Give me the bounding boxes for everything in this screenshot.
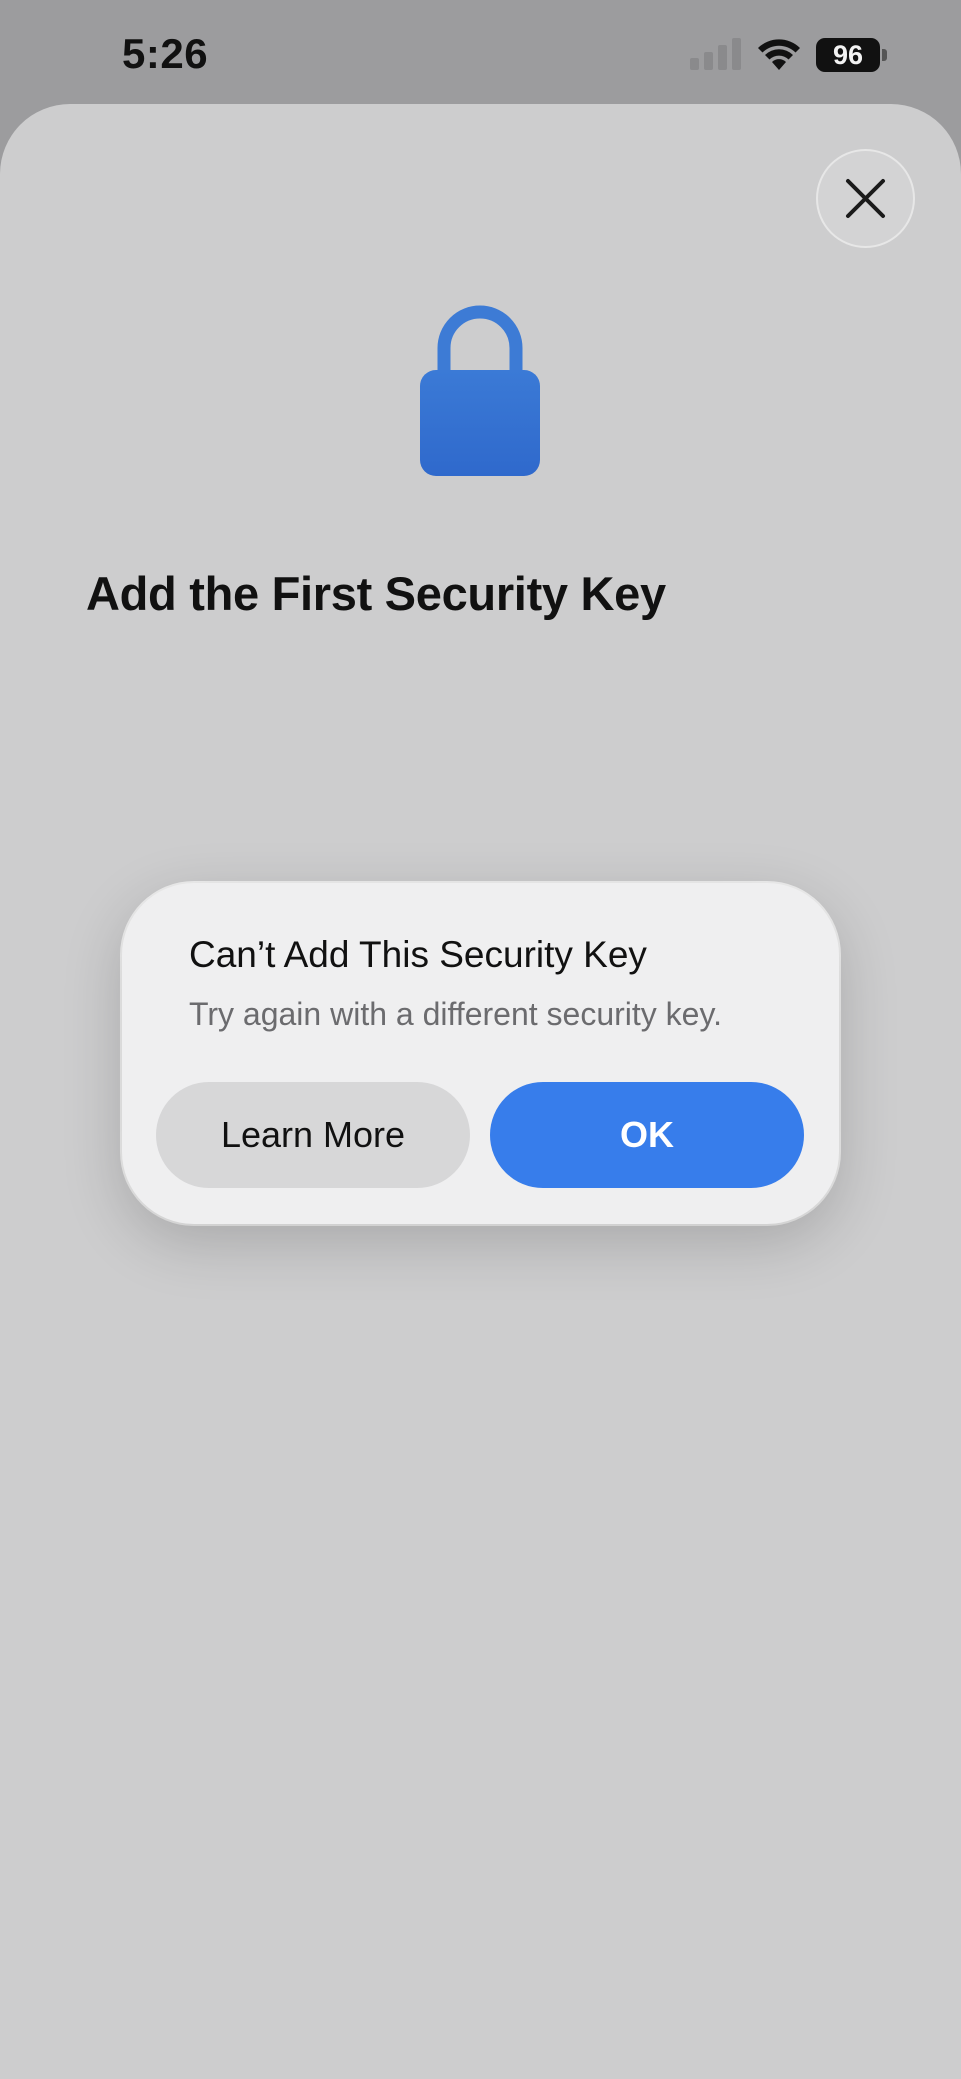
status-time: 5:26 xyxy=(122,30,209,77)
battery-cap xyxy=(882,49,887,61)
status-bar: 5:26 96 xyxy=(0,0,961,104)
wifi-icon xyxy=(758,39,800,70)
alert-message: Try again with a different security key. xyxy=(189,996,722,1032)
alert-dialog: Can’t Add This Security Key Try again wi… xyxy=(122,883,839,1224)
signal-icon xyxy=(690,38,741,70)
alert-title: Can’t Add This Security Key xyxy=(189,934,647,975)
learn-more-button[interactable]: Learn More xyxy=(156,1082,470,1188)
close-icon xyxy=(846,179,885,218)
page-title: Add the First Security Key xyxy=(86,567,666,620)
close-button[interactable] xyxy=(816,149,915,248)
lock-icon xyxy=(420,305,540,476)
sheet: Add the First Security Key Can’t Add Thi… xyxy=(0,104,961,2079)
ok-button[interactable]: OK xyxy=(490,1082,804,1188)
battery-level: 96 xyxy=(816,38,880,72)
battery-icon: 96 xyxy=(816,38,888,72)
